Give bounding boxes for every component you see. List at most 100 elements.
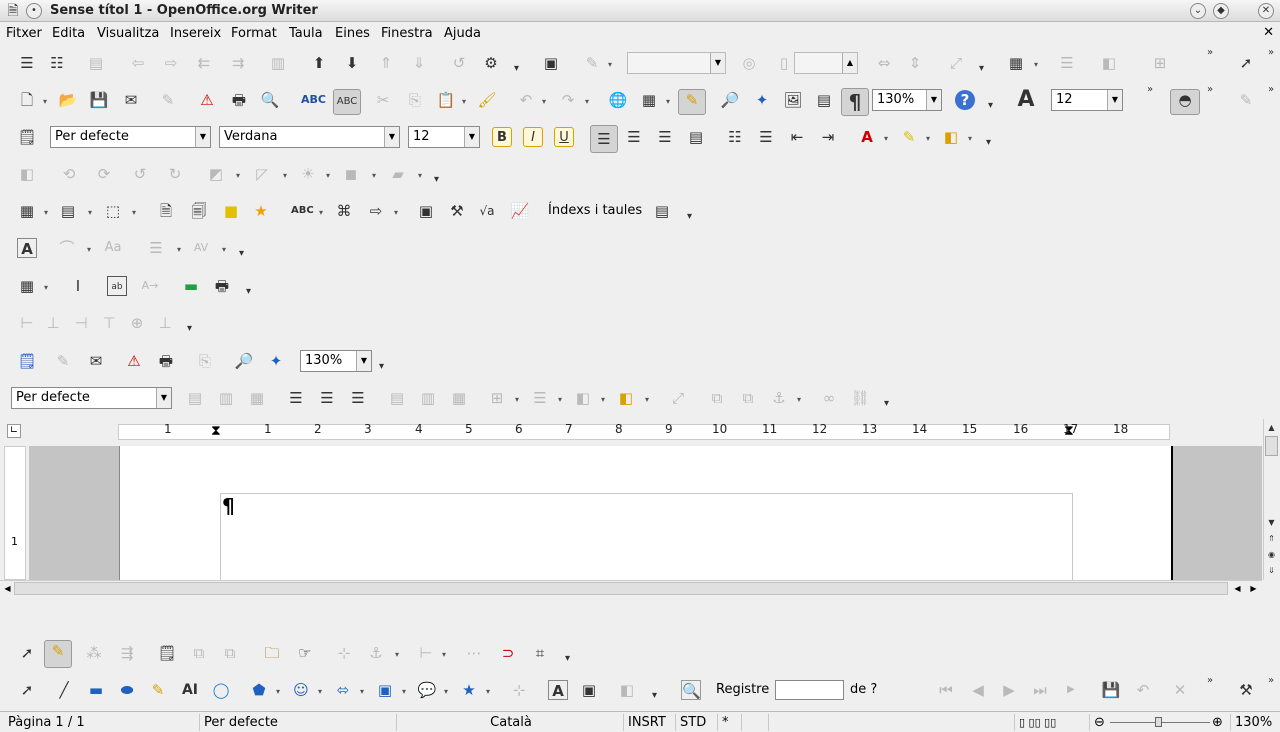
insert-field-icon[interactable]: ABC bbox=[291, 201, 314, 221]
maximize-icon[interactable]: ◆ bbox=[1213, 3, 1229, 19]
delete-record-icon[interactable]: ✕ bbox=[1170, 680, 1190, 700]
bring-to-front-icon[interactable]: ⧉ bbox=[707, 388, 727, 408]
new-document-icon[interactable]: 🗋 bbox=[17, 90, 37, 110]
status-signature[interactable] bbox=[741, 714, 766, 731]
unlink-frames-icon[interactable]: ⛓ bbox=[850, 388, 870, 408]
left-indent-marker[interactable]: ⧗ bbox=[211, 423, 221, 439]
undo-dropdown-icon[interactable]: ▾ bbox=[542, 97, 546, 106]
fontwork-alignment-dropdown-icon[interactable]: ▾ bbox=[177, 245, 181, 254]
wrap-through-icon[interactable]: ⇶ bbox=[117, 643, 137, 663]
toolbar-overflow-icon-8[interactable]: » bbox=[1268, 84, 1274, 95]
font-size-combo-2[interactable]: 12 ▼ bbox=[1051, 89, 1123, 111]
insert-frame-dropdown-icon[interactable]: ▾ bbox=[132, 208, 136, 217]
wrap-page-icon[interactable]: ▥ bbox=[216, 388, 236, 408]
insert-chart-icon[interactable]: 📈 bbox=[510, 201, 530, 221]
scroll-right-small-icon[interactable]: ◀ bbox=[1231, 582, 1244, 595]
font-color-dropdown-icon[interactable]: ▾ bbox=[884, 134, 888, 143]
zoom-out-icon[interactable]: ⊖ bbox=[1089, 714, 1107, 731]
cross-reference-dropdown-icon[interactable]: ▾ bbox=[394, 208, 398, 217]
edit-styles-icon[interactable]: 🗒 bbox=[17, 351, 37, 371]
toolbar-overflow-icon-4[interactable]: » bbox=[1268, 47, 1274, 58]
insert-section-icon[interactable]: ▤ bbox=[58, 201, 78, 221]
export-pdf-icon[interactable]: ⚠ bbox=[197, 90, 217, 110]
draw-callout-icon[interactable]: ◯ bbox=[211, 680, 231, 700]
toolbar-overflow-icon-7[interactable]: » bbox=[1207, 84, 1213, 95]
3d-color-dropdown-icon[interactable]: ▾ bbox=[418, 171, 422, 180]
cross-reference-icon[interactable]: ⇨ bbox=[366, 201, 386, 221]
object-style-combo[interactable]: ▼ bbox=[627, 52, 726, 74]
frame-borders-dropdown-icon[interactable]: ▾ bbox=[515, 395, 519, 404]
draw-freeform-icon[interactable]: ✎ bbox=[148, 680, 168, 700]
numbering-on-icon[interactable]: ☷ bbox=[725, 127, 745, 147]
index-entry-icon[interactable]: ▤ bbox=[652, 201, 672, 221]
align-middle-objects-icon[interactable]: ⊕ bbox=[127, 313, 147, 333]
fontwork-gallery-icon[interactable]: A bbox=[17, 238, 37, 258]
gallery-icon[interactable]: 🖼 bbox=[783, 90, 803, 110]
cut-icon[interactable]: ✂ bbox=[373, 90, 393, 110]
font-size-combo[interactable]: 12 ▼ bbox=[408, 126, 480, 148]
edit-points-icon[interactable]: ✎ bbox=[44, 640, 72, 668]
callouts-icon[interactable]: 💬 bbox=[417, 680, 437, 700]
fontwork-spacing-dropdown-icon[interactable]: ▾ bbox=[222, 245, 226, 254]
tilt-right-icon[interactable]: ↻ bbox=[165, 164, 185, 184]
wrap-off-icon[interactable]: ▤ bbox=[185, 388, 205, 408]
navigator-icon-2[interactable]: ✦ bbox=[266, 351, 286, 371]
frame-style-combo[interactable]: Per defecte ▼ bbox=[11, 387, 172, 409]
indexes-tables-button[interactable]: Índexs i taules bbox=[548, 203, 642, 218]
fontwork-icon[interactable]: A bbox=[1016, 89, 1036, 111]
status-language[interactable]: Català bbox=[396, 714, 621, 731]
anchor-icon-2[interactable]: ⚓ bbox=[366, 643, 386, 663]
previous-page-icon[interactable]: ⇑ bbox=[1265, 532, 1278, 545]
stars-dropdown-icon[interactable]: ▾ bbox=[486, 687, 490, 696]
autospellcheck-icon[interactable]: ABC bbox=[333, 89, 361, 115]
scroll-left-icon[interactable]: ◀ bbox=[1, 582, 14, 595]
horizontal-ruler[interactable]: ∟ ⧗ ⧗ 1 1 2 3 4 5 6 7 8 9 10 11 12 13 14 15 16 17 18 bbox=[0, 419, 1262, 444]
increase-indent-icon[interactable]: ⇥ bbox=[818, 127, 838, 147]
font-name-combo[interactable]: Verdana ▼ bbox=[219, 126, 400, 148]
insert-unnumbered-entry-icon[interactable]: ▥ bbox=[268, 53, 288, 73]
status-modified[interactable]: * bbox=[717, 714, 739, 731]
text-field-icon[interactable]: ab bbox=[107, 276, 127, 296]
insert-note-icon[interactable]: ■ bbox=[221, 201, 241, 221]
callouts-dropdown-icon[interactable]: ▾ bbox=[444, 687, 448, 696]
fontwork-shape-icon[interactable]: ⌒ bbox=[57, 238, 77, 258]
insert-table-dropdown-icon[interactable]: ▾ bbox=[666, 97, 670, 106]
hyperlink-icon[interactable]: 🌐 bbox=[608, 90, 628, 110]
fontwork-gallery-icon-2[interactable]: A bbox=[548, 680, 568, 700]
email-icon[interactable]: ✉ bbox=[86, 351, 106, 371]
italic-icon[interactable]: I bbox=[523, 127, 543, 147]
table-icon[interactable]: ▦ bbox=[1006, 53, 1026, 73]
form-image-icon[interactable]: ▬ bbox=[181, 276, 201, 296]
justify-icon[interactable]: ▤ bbox=[686, 127, 706, 147]
text-box-icon[interactable]: ▣ bbox=[541, 53, 561, 73]
select-pointer-icon[interactable]: ➚ bbox=[1236, 53, 1256, 73]
control-properties-icon[interactable]: ☞ bbox=[295, 643, 315, 663]
find-icon[interactable]: 🔎 bbox=[234, 351, 254, 371]
scroll-right-icon[interactable]: ▶ bbox=[1247, 582, 1260, 595]
symbol-shapes-dropdown-icon[interactable]: ▾ bbox=[318, 687, 322, 696]
toolbar-overflow-icon-16[interactable]: ▾ bbox=[884, 398, 889, 409]
edit-file-icon[interactable]: ✎ bbox=[158, 90, 178, 110]
borders-icon[interactable]: ⊞ bbox=[1150, 53, 1170, 73]
insert-field-dropdown-icon[interactable]: ▾ bbox=[319, 208, 323, 217]
frame-line-style-dropdown-icon[interactable]: ▾ bbox=[558, 395, 562, 404]
form-table-icon[interactable]: ▦ bbox=[17, 276, 37, 296]
depth-icon[interactable]: ◩ bbox=[206, 164, 226, 184]
toolbar-overflow-icon-13[interactable]: ▾ bbox=[246, 286, 251, 297]
status-selection-mode[interactable]: STD bbox=[675, 714, 715, 731]
select-icon[interactable]: ➚ bbox=[17, 643, 37, 663]
from-file-icon[interactable]: ▣ bbox=[579, 680, 599, 700]
undo-record-icon[interactable]: ↶ bbox=[1133, 680, 1153, 700]
points-icon[interactable]: ⊹ bbox=[509, 680, 529, 700]
design-mode-icon[interactable]: ⚒ bbox=[1236, 680, 1256, 700]
fontwork-shape-dropdown-icon[interactable]: ▾ bbox=[87, 245, 91, 254]
toolbar-overflow-icon-12[interactable]: ▾ bbox=[239, 248, 244, 259]
align-bottom-objects-icon[interactable]: ⊥ bbox=[155, 313, 175, 333]
first-record-icon[interactable]: ⏮ bbox=[936, 680, 956, 700]
align-right-icon[interactable]: ☰ bbox=[655, 127, 675, 147]
fontwork-alignment-icon[interactable]: ☰ bbox=[146, 238, 166, 258]
toolbar-overflow-icon-15[interactable]: ▾ bbox=[379, 361, 384, 372]
help-icon[interactable]: ? bbox=[955, 90, 975, 110]
group-icon[interactable]: ⧉ bbox=[220, 643, 240, 663]
alignment-dropdown-icon[interactable]: ▾ bbox=[442, 650, 446, 659]
